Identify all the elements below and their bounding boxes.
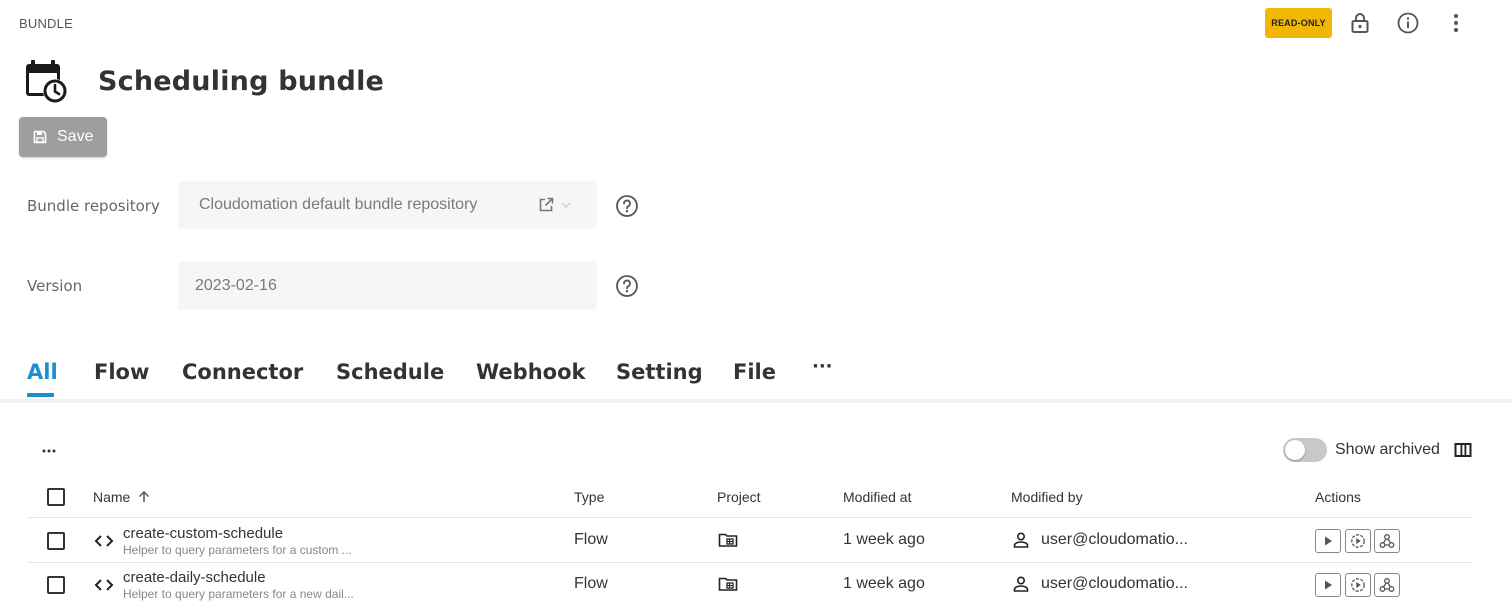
table-menu-icon[interactable]	[40, 441, 58, 459]
lock-icon[interactable]	[1348, 11, 1372, 35]
row-type: Flow	[574, 575, 608, 592]
version-value: 2023-02-16	[195, 277, 277, 294]
select-all-checkbox[interactable]	[47, 488, 65, 506]
version-field[interactable]: 2023-02-16	[178, 262, 597, 310]
row-description: Helper to query parameters for a new dai…	[123, 587, 354, 601]
row-checkbox[interactable]	[47, 532, 65, 550]
column-actions: Actions	[1315, 489, 1361, 505]
column-modified-by[interactable]: Modified by	[1011, 489, 1083, 505]
webhook-button[interactable]	[1374, 529, 1400, 553]
row-name[interactable]: create-custom-schedule	[123, 525, 283, 542]
tab-file[interactable]: File	[733, 360, 776, 384]
bundle-repository-label: Bundle repository	[27, 197, 160, 215]
tab-more[interactable]: ···	[812, 356, 833, 377]
column-type[interactable]: Type	[574, 489, 604, 505]
tab-all[interactable]: All	[27, 360, 58, 384]
webhook-icon	[1379, 578, 1395, 592]
bundle-repository-select[interactable]: Cloudomation default bundle repository	[178, 181, 597, 229]
play-circle-icon	[1351, 578, 1365, 592]
row-type: Flow	[574, 531, 608, 548]
project-folder-icon[interactable]	[718, 532, 738, 548]
tab-schedule[interactable]: Schedule	[336, 360, 444, 384]
active-tab-indicator	[27, 393, 54, 397]
tab-flow[interactable]: Flow	[94, 360, 149, 384]
row-name[interactable]: create-daily-schedule	[123, 569, 266, 586]
show-archived-toggle[interactable]	[1283, 438, 1327, 462]
calendar-clock-icon	[22, 58, 70, 106]
show-archived-control: Show archived	[1283, 438, 1472, 462]
row-description: Helper to query parameters for a custom …	[123, 543, 352, 557]
more-vertical-icon[interactable]	[1444, 11, 1468, 35]
row-modified-at: 1 week ago	[843, 575, 925, 592]
table-header: Name Type Project Modified at Modified b…	[27, 478, 1472, 518]
bundle-repository-value: Cloudomation default bundle repository	[199, 196, 478, 213]
play-circle-icon	[1351, 534, 1365, 548]
version-label: Version	[27, 277, 83, 295]
tab-connector[interactable]: Connector	[182, 360, 303, 384]
sort-ascending-icon[interactable]	[138, 490, 150, 503]
tab-divider	[0, 399, 1512, 403]
tab-setting[interactable]: Setting	[616, 360, 703, 384]
save-icon	[33, 130, 47, 144]
row-modified-by[interactable]: user@cloudomatio...	[1041, 531, 1188, 549]
repository-help-icon[interactable]	[615, 194, 639, 218]
play-icon	[1325, 580, 1332, 590]
row-checkbox[interactable]	[47, 576, 65, 594]
webhook-icon	[1379, 534, 1395, 548]
user-icon	[1013, 576, 1029, 592]
columns-icon[interactable]	[1454, 441, 1472, 459]
tab-webhook[interactable]: Webhook	[476, 360, 585, 384]
show-archived-label: Show archived	[1335, 441, 1440, 458]
run-with-options-button[interactable]	[1345, 529, 1371, 553]
external-link-icon[interactable]	[538, 197, 554, 213]
code-icon	[94, 579, 114, 591]
user-icon	[1013, 532, 1029, 548]
save-label: Save	[57, 128, 94, 145]
row-modified-by[interactable]: user@cloudomatio...	[1041, 575, 1188, 593]
version-help-icon[interactable]	[615, 274, 639, 298]
run-button[interactable]	[1315, 573, 1341, 597]
project-folder-icon[interactable]	[718, 576, 738, 592]
breadcrumb[interactable]: BUNDLE	[19, 16, 73, 31]
row-modified-at: 1 week ago	[843, 531, 925, 548]
tab-bar: All Flow Connector Schedule Webhook Sett…	[0, 350, 1512, 400]
column-project[interactable]: Project	[717, 489, 761, 505]
top-bar: BUNDLE READ-ONLY	[0, 0, 1512, 46]
read-only-badge: READ-ONLY	[1265, 8, 1332, 38]
play-icon	[1325, 536, 1332, 546]
save-button[interactable]: Save	[19, 117, 107, 157]
info-icon[interactable]	[1396, 11, 1420, 35]
column-modified-at[interactable]: Modified at	[843, 489, 911, 505]
code-icon	[94, 535, 114, 547]
chevron-down-icon[interactable]	[561, 202, 571, 208]
run-with-options-button[interactable]	[1345, 573, 1371, 597]
table-row[interactable]: create-daily-schedule Helper to query pa…	[27, 563, 1472, 605]
column-name[interactable]: Name	[93, 489, 150, 505]
webhook-button[interactable]	[1374, 573, 1400, 597]
run-button[interactable]	[1315, 529, 1341, 553]
page-title: Scheduling bundle	[98, 66, 385, 97]
table-row[interactable]: create-custom-schedule Helper to query p…	[27, 519, 1472, 563]
